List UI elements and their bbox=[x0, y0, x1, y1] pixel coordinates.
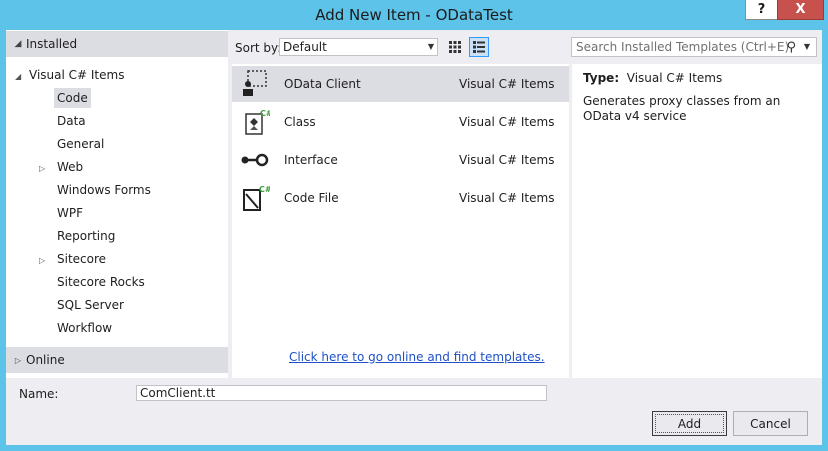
list-view-icon bbox=[473, 41, 485, 53]
installed-label: Installed bbox=[26, 37, 78, 51]
collapsed-triangle-icon: ▷ bbox=[14, 355, 22, 365]
template-type: Visual C# Items bbox=[459, 191, 555, 205]
template-type: Visual C# Items bbox=[459, 77, 555, 91]
template-list: OData Client Visual C# Items C# Class Vi… bbox=[232, 64, 569, 378]
type-value: Visual C# Items bbox=[626, 71, 723, 85]
installed-header[interactable]: ◢ Installed bbox=[6, 31, 228, 57]
window-title: Add New Item - ODataTest bbox=[315, 6, 513, 24]
online-label: Online bbox=[26, 353, 65, 367]
find-online-templates-link[interactable]: Click here to go online and find templat… bbox=[289, 350, 545, 364]
template-type: Visual C# Items bbox=[459, 153, 555, 167]
tree-item-windows-forms[interactable]: Windows Forms bbox=[57, 180, 151, 200]
add-button[interactable]: Add bbox=[652, 411, 727, 436]
tree-item-reporting[interactable]: Reporting bbox=[57, 226, 115, 246]
template-item-odata-client[interactable]: OData Client Visual C# Items bbox=[232, 66, 569, 102]
tree-item-data[interactable]: Data bbox=[57, 111, 86, 131]
template-name: OData Client bbox=[284, 77, 361, 91]
template-item-class[interactable]: C# Class Visual C# Items bbox=[232, 104, 569, 140]
small-icons-view-button[interactable] bbox=[445, 37, 465, 57]
tree-item-label: WPF bbox=[57, 206, 84, 220]
tree-item-sitecore[interactable]: ▷ Sitecore bbox=[39, 249, 106, 269]
tree-item-label: Sitecore bbox=[57, 252, 107, 266]
list-view-button[interactable] bbox=[469, 37, 489, 57]
tree-item-sql-server[interactable]: SQL Server bbox=[57, 295, 124, 315]
tree-item-label: Web bbox=[57, 160, 84, 174]
name-input[interactable]: ComClient.tt bbox=[136, 385, 547, 401]
template-description: Generates proxy classes from an OData v4… bbox=[583, 94, 781, 123]
template-name: Class bbox=[284, 115, 316, 129]
tree-item-wpf[interactable]: WPF bbox=[57, 203, 83, 223]
tree-item-code[interactable]: Code bbox=[54, 88, 91, 108]
type-line: Type: Visual C# Items bbox=[583, 71, 722, 85]
dropdown-arrow-icon: ▼ bbox=[427, 42, 434, 51]
odata-client-icon bbox=[243, 70, 267, 96]
collapsed-triangle-icon[interactable]: ▷ bbox=[39, 159, 57, 179]
tree-item-label: Code bbox=[57, 91, 88, 105]
interface-icon bbox=[241, 153, 269, 167]
category-pane: ◢ Installed ◢ Visual C# Items Code Data G… bbox=[6, 30, 228, 378]
tree-item-label: Data bbox=[57, 114, 86, 128]
sort-by-dropdown[interactable]: Default ▼ bbox=[279, 38, 438, 56]
title-bar: Add New Item - ODataTest ? X bbox=[0, 0, 828, 30]
tree-item-label: Sitecore Rocks bbox=[57, 275, 145, 289]
template-name: Code File bbox=[284, 191, 339, 205]
tree-item-label: Workflow bbox=[57, 321, 113, 335]
sort-by-value: Default bbox=[283, 40, 327, 54]
code-file-icon: C# bbox=[243, 185, 270, 211]
search-placeholder: Search Installed Templates (Ctrl+E) bbox=[576, 40, 790, 54]
close-button[interactable]: X bbox=[777, 0, 824, 20]
search-icon[interactable]: ⚲ bbox=[786, 39, 796, 57]
tree-item-label: General bbox=[57, 137, 105, 151]
tree-item-sitecore-rocks[interactable]: Sitecore Rocks bbox=[57, 272, 145, 292]
expanded-triangle-icon: ◢ bbox=[15, 72, 22, 81]
tree-item-label: SQL Server bbox=[57, 298, 124, 312]
class-icon: C# bbox=[245, 109, 270, 135]
grid-view-icon bbox=[449, 41, 461, 53]
template-item-interface[interactable]: Interface Visual C# Items bbox=[232, 142, 569, 178]
tree-root-visual-csharp-items[interactable]: ◢ Visual C# Items bbox=[15, 65, 124, 85]
dialog-body: ◢ Installed ◢ Visual C# Items Code Data G… bbox=[6, 30, 822, 445]
template-item-code-file[interactable]: C# Code File Visual C# Items bbox=[232, 180, 569, 216]
tree-item-general[interactable]: General bbox=[57, 134, 104, 154]
collapse-triangle-icon: ◢ bbox=[14, 39, 22, 49]
template-name: Interface bbox=[284, 153, 338, 167]
svg-text:C#: C# bbox=[260, 109, 270, 118]
tree-item-web[interactable]: ▷ Web bbox=[39, 157, 83, 177]
cancel-button[interactable]: Cancel bbox=[733, 411, 808, 436]
collapsed-triangle-icon[interactable]: ▷ bbox=[39, 251, 57, 271]
details-pane: Type: Visual C# Items Generates proxy cl… bbox=[572, 64, 822, 378]
online-header[interactable]: ▷ Online bbox=[6, 347, 228, 373]
search-templates-input[interactable]: Search Installed Templates (Ctrl+E) ⚲ ▼ bbox=[571, 37, 817, 57]
type-label: Type: bbox=[583, 71, 620, 85]
sort-by-label: Sort by: bbox=[235, 41, 282, 55]
template-type: Visual C# Items bbox=[459, 115, 555, 129]
tree-root-label: Visual C# Items bbox=[29, 68, 125, 82]
help-button[interactable]: ? bbox=[745, 0, 778, 20]
tree-item-workflow[interactable]: Workflow bbox=[57, 318, 112, 338]
search-options-arrow-icon[interactable]: ▼ bbox=[804, 38, 810, 56]
tree-item-label: Windows Forms bbox=[57, 183, 151, 197]
name-label: Name: bbox=[19, 387, 59, 401]
tree-item-label: Reporting bbox=[57, 229, 116, 243]
svg-text:C#: C# bbox=[259, 185, 270, 194]
